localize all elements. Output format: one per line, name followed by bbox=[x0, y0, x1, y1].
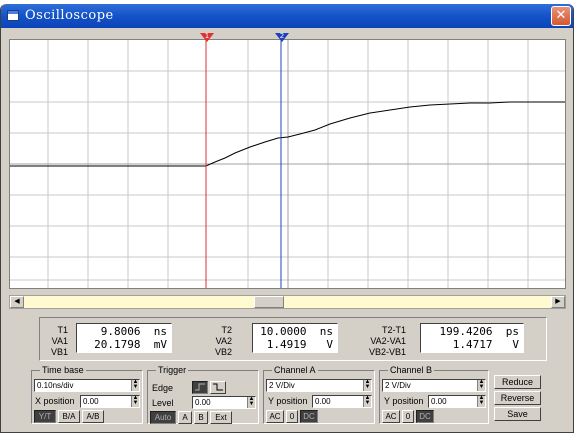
channel-a-ypos-value: 0.00 bbox=[315, 397, 331, 406]
edge-label: Edge bbox=[152, 383, 174, 393]
rising-edge-icon bbox=[195, 383, 205, 391]
va1-value: 20.1798 mV bbox=[94, 338, 167, 351]
channel-a-group: Channel A 2 V/Div ▲ ▼ Y position 0.00 ▲ ▼ … bbox=[263, 365, 375, 424]
trigger-b-button[interactable]: B bbox=[194, 411, 208, 424]
channel-b-scale-value: 2 V/Div bbox=[385, 381, 411, 390]
t2-value: 10.0000 ns bbox=[260, 325, 333, 338]
channel-a-dc-button[interactable]: DC bbox=[300, 410, 318, 423]
t2-label: T2 bbox=[221, 325, 232, 335]
timebase-group: Time base 0.10ns/div ▲ ▼ X position 0.00 … bbox=[31, 365, 143, 424]
channel-b-ypos-input[interactable]: 0.00 ▲ ▼ bbox=[428, 395, 486, 408]
scroll-left-arrow-icon[interactable]: ◀ bbox=[10, 296, 24, 308]
channel-a-scale-input[interactable]: 2 V/Div ▲ ▼ bbox=[266, 379, 372, 392]
vb1-label: VB1 bbox=[50, 347, 68, 357]
channel-a-scale-spinner-icon[interactable]: ▲ ▼ bbox=[363, 379, 371, 391]
va2-label: VA2 bbox=[215, 336, 232, 346]
channel-b-scale-spinner-icon[interactable]: ▲ ▼ bbox=[477, 379, 485, 391]
timebase-spinner-icon[interactable]: ▲ ▼ bbox=[131, 379, 139, 391]
xpos-spinner-icon[interactable]: ▲ ▼ bbox=[131, 395, 139, 407]
yt-button[interactable]: Y/T bbox=[34, 410, 56, 423]
reverse-button[interactable]: Reverse bbox=[494, 391, 541, 405]
window-title: Oscilloscope bbox=[25, 8, 114, 23]
timebase-title: Time base bbox=[40, 365, 86, 375]
va2-value: 1.4919 V bbox=[266, 338, 333, 351]
dva-value: 1.4717 V bbox=[452, 338, 519, 351]
dvb-label: VB2-VB1 bbox=[368, 347, 406, 357]
scroll-right-arrow-icon[interactable]: ▶ bbox=[551, 296, 565, 308]
channel-b-title: Channel B bbox=[388, 365, 435, 375]
channel-a-ypos-label: Y position bbox=[268, 396, 308, 406]
scope-display: 1 2 bbox=[9, 33, 566, 289]
cursor-1-values: 9.8006 ns 20.1798 mV bbox=[76, 323, 172, 353]
cursor-readout: T1 VA1 VB1 9.8006 ns 20.1798 mV T2 VA2 V… bbox=[39, 317, 547, 361]
trigger-level-spinner-icon[interactable]: ▲ ▼ bbox=[247, 396, 255, 408]
time-scrollbar[interactable]: ◀ ▶ bbox=[9, 295, 566, 309]
vb2-label: VB2 bbox=[214, 347, 232, 357]
close-button[interactable]: ✕ bbox=[551, 6, 571, 26]
channel-a-zero-button[interactable]: 0 bbox=[286, 410, 298, 423]
xpos-input[interactable]: 0.00 ▲ ▼ bbox=[80, 395, 140, 408]
trigger-title: Trigger bbox=[156, 365, 189, 375]
trigger-level-input[interactable]: 0.00 ▲ ▼ bbox=[192, 396, 256, 409]
channel-b-dc-button[interactable]: DC bbox=[416, 410, 434, 423]
timebase-scale-value: 0.10ns/div bbox=[37, 381, 74, 390]
channel-b-ac-button[interactable]: AC bbox=[382, 410, 400, 423]
falling-edge-button[interactable] bbox=[210, 381, 226, 394]
cursor-1-handle[interactable]: 1 bbox=[200, 33, 214, 43]
channel-b-group: Channel B 2 V/Div ▲ ▼ Y position 0.00 ▲ ▼ … bbox=[379, 365, 489, 424]
channel-a-ypos-spinner-icon[interactable]: ▲ ▼ bbox=[363, 395, 371, 407]
channel-b-ypos-spinner-icon[interactable]: ▲ ▼ bbox=[477, 395, 485, 407]
level-label: Level bbox=[152, 398, 174, 408]
channel-b-scale-input[interactable]: 2 V/Div ▲ ▼ bbox=[382, 379, 486, 392]
t1-value: 9.8006 ns bbox=[100, 325, 167, 338]
va1-label: VA1 bbox=[51, 336, 68, 346]
timebase-scale-input[interactable]: 0.10ns/div ▲ ▼ bbox=[34, 379, 140, 392]
trigger-group: Trigger Edge Level 0.00 ▲ ▼ Auto A B Ext bbox=[147, 365, 259, 424]
scope-grid bbox=[10, 40, 565, 288]
title-bar[interactable]: Oscilloscope ✕ bbox=[1, 4, 573, 28]
oscilloscope-window: Oscilloscope ✕ 1 2 ◀ ▶ T1 VA1 VB1 9.8006… bbox=[0, 4, 574, 433]
dt-label: T2-T1 bbox=[381, 325, 406, 335]
dt-value: 199.4206 ps bbox=[439, 325, 519, 338]
channel-a-ypos-input[interactable]: 0.00 ▲ ▼ bbox=[312, 395, 372, 408]
channel-a-title: Channel A bbox=[272, 365, 318, 375]
delta-values: 199.4206 ps 1.4717 V bbox=[420, 323, 524, 353]
cursor-2-values: 10.0000 ns 1.4919 V bbox=[252, 323, 338, 353]
cursor-2-handle[interactable]: 2 bbox=[275, 33, 289, 43]
t1-label: T1 bbox=[57, 325, 68, 335]
rising-edge-button[interactable] bbox=[192, 381, 208, 394]
falling-edge-icon bbox=[213, 383, 223, 391]
channel-b-ypos-value: 0.00 bbox=[431, 397, 447, 406]
ba-button[interactable]: B/A bbox=[58, 410, 80, 423]
auto-trigger-button[interactable]: Auto bbox=[150, 411, 176, 424]
save-button[interactable]: Save bbox=[494, 407, 541, 421]
dva-label: VA2-VA1 bbox=[370, 336, 406, 346]
trigger-level-value: 0.00 bbox=[195, 398, 211, 407]
xpos-value: 0.00 bbox=[83, 397, 99, 406]
trigger-a-button[interactable]: A bbox=[178, 411, 192, 424]
ab-button[interactable]: A/B bbox=[82, 410, 104, 423]
window-icon bbox=[7, 10, 19, 21]
channel-b-ypos-label: Y position bbox=[384, 396, 424, 406]
xpos-label: X position bbox=[35, 396, 75, 406]
channel-a-scale-value: 2 V/Div bbox=[269, 381, 295, 390]
channel-a-ac-button[interactable]: AC bbox=[266, 410, 284, 423]
scroll-thumb[interactable] bbox=[254, 296, 284, 308]
trigger-ext-button[interactable]: Ext bbox=[210, 411, 232, 424]
channel-b-zero-button[interactable]: 0 bbox=[402, 410, 414, 423]
reduce-button[interactable]: Reduce bbox=[494, 375, 541, 389]
